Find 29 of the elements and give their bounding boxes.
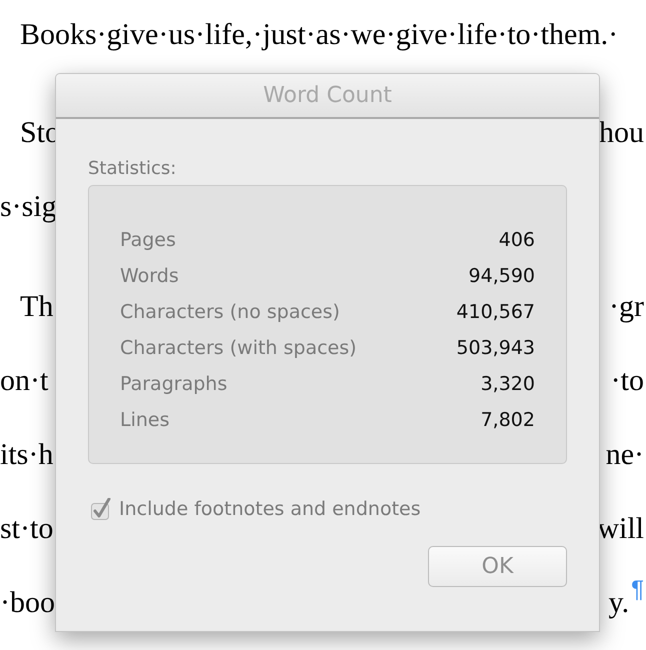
document-text: y. bbox=[608, 586, 630, 620]
stat-value: 410,567 bbox=[456, 301, 535, 323]
document-text: ne· bbox=[606, 438, 644, 472]
stat-label: Characters (no spaces) bbox=[120, 301, 340, 323]
stat-value: 503,943 bbox=[456, 337, 535, 359]
stat-label: Lines bbox=[120, 409, 170, 431]
stat-value: 3,320 bbox=[480, 373, 535, 395]
stat-label: Words bbox=[120, 265, 179, 287]
stat-value: 7,802 bbox=[480, 409, 535, 431]
document-text: ·boo bbox=[0, 586, 55, 620]
section-label: Statistics: bbox=[88, 158, 178, 179]
stat-label: Characters (with spaces) bbox=[120, 337, 357, 359]
window-title: Word Count bbox=[263, 83, 392, 108]
stat-label: Paragraphs bbox=[120, 373, 228, 395]
document-text: Th bbox=[20, 290, 54, 324]
document-text: ·to bbox=[610, 364, 644, 398]
paragraph-mark: ¶ bbox=[631, 576, 644, 604]
stat-value: 94,590 bbox=[468, 265, 535, 287]
document-text: ·gr bbox=[609, 290, 644, 324]
document-text: will bbox=[597, 512, 644, 546]
document-text: st·to bbox=[0, 512, 54, 546]
document-text: s·sig bbox=[0, 190, 57, 224]
document-text: its·h bbox=[0, 438, 54, 472]
stat-value: 406 bbox=[498, 229, 535, 251]
document-text: hou bbox=[599, 116, 644, 150]
stat-label: Pages bbox=[120, 229, 176, 251]
document-text: Books·give·us·life,·just·as·we·give·life·to·them.· bbox=[20, 18, 618, 52]
document-text: on·t bbox=[0, 364, 48, 398]
checkbox-label: Include footnotes and endnotes bbox=[119, 498, 421, 520]
